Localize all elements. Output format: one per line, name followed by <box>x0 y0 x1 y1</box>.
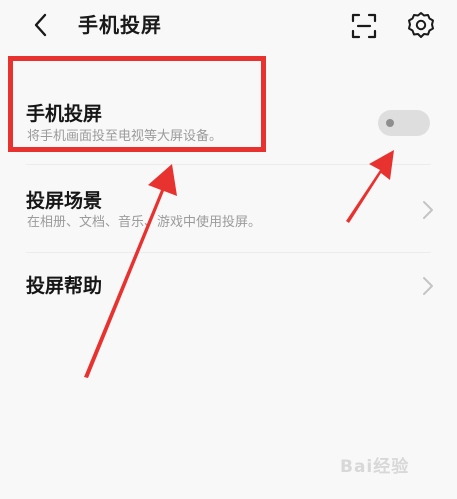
page-title: 手机投屏 <box>78 13 162 37</box>
chevron-right-icon <box>423 201 433 219</box>
back-icon <box>34 13 47 37</box>
divider <box>26 252 431 253</box>
scan-icon <box>351 13 377 39</box>
watermark: Bai经验 <box>340 457 410 477</box>
gear-icon <box>408 12 434 38</box>
row-title-cast-scenes: 投屏场景 <box>26 190 103 212</box>
toggle-knob <box>386 119 394 127</box>
chevron-right-icon <box>423 277 433 295</box>
scan-button[interactable] <box>350 12 378 40</box>
row-desc-cast-scenes: 在相册、文档、音乐、游戏中使用投屏。 <box>27 215 262 230</box>
row-title-cast-help: 投屏帮助 <box>26 275 103 297</box>
top-bar: 手机投屏 <box>0 0 457 52</box>
row-cast-help[interactable]: 投屏帮助 <box>0 256 457 316</box>
divider <box>26 164 431 165</box>
row-desc-screen-cast: 将手机画面投至电视等大屏设备。 <box>27 129 223 144</box>
back-button[interactable] <box>26 10 56 40</box>
settings-button[interactable] <box>406 10 436 40</box>
row-cast-scenes[interactable]: 投屏场景 在相册、文档、音乐、游戏中使用投屏。 <box>0 170 457 250</box>
row-title-screen-cast: 手机投屏 <box>26 103 103 125</box>
screen-cast-toggle[interactable] <box>378 110 430 136</box>
